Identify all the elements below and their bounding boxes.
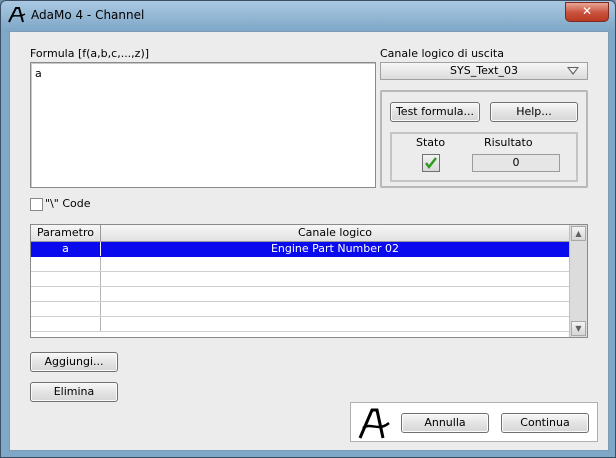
stato-label: Stato: [416, 136, 446, 149]
risultato-field: 0: [472, 154, 560, 172]
add-button[interactable]: Aggiungi...: [30, 352, 118, 372]
cancel-button[interactable]: Annulla: [401, 413, 489, 433]
channel-dialog-window: AdaMo 4 - Channel ✕ Formula [f(a,b,c,...…: [0, 0, 616, 458]
cell-canale: [101, 287, 569, 301]
delete-button[interactable]: Elimina: [30, 382, 118, 402]
scroll-down-arrow-icon[interactable]: ▼: [571, 321, 586, 336]
column-header-parametro[interactable]: Parametro: [31, 225, 101, 241]
risultato-label: Risultato: [484, 136, 533, 149]
help-button[interactable]: Help...: [490, 102, 578, 122]
table-row[interactable]: [31, 272, 569, 287]
output-channel-value: SYS_Text_03: [450, 64, 518, 77]
cell-parametro: [31, 302, 101, 316]
adamo-logo-icon: [8, 7, 26, 23]
table-row[interactable]: [31, 317, 569, 332]
table-row[interactable]: [31, 302, 569, 317]
cell-canale: [101, 317, 569, 331]
table-row[interactable]: [31, 257, 569, 272]
stato-indicator: [422, 154, 440, 172]
output-channel-combo[interactable]: SYS_Text_03: [380, 62, 588, 80]
cell-parametro: [31, 287, 101, 301]
table-row[interactable]: a Engine Part Number 02: [31, 242, 569, 257]
cell-canale: Engine Part Number 02: [270, 242, 400, 255]
output-channel-label: Canale logico di uscita: [380, 47, 504, 60]
test-formula-button[interactable]: Test formula...: [390, 102, 480, 122]
close-button[interactable]: ✕: [565, 2, 609, 22]
cell-parametro: [31, 272, 101, 286]
status-group: Stato Risultato 0: [390, 132, 578, 182]
parameters-table: Parametro Canale logico a Engine Part Nu…: [30, 224, 588, 338]
cell-parametro: [31, 257, 101, 271]
green-checkmark-icon: [425, 157, 437, 170]
adamo-logo-icon: [358, 408, 390, 439]
table-scrollbar[interactable]: ▲ ▼: [569, 225, 587, 337]
column-header-canale[interactable]: Canale logico: [101, 225, 569, 241]
dialog-client-area: Formula [f(a,b,c,...,z)] a Canale logico…: [9, 31, 609, 451]
table-row[interactable]: [31, 287, 569, 302]
test-groupbox: Test formula... Help... Stato Risultato …: [380, 90, 588, 188]
continue-button[interactable]: Continua: [501, 413, 589, 433]
table-header: Parametro Canale logico: [31, 225, 569, 242]
cell-canale: [101, 302, 569, 316]
cell-canale: [101, 257, 569, 271]
scroll-up-arrow-icon[interactable]: ▲: [571, 226, 586, 241]
chevron-down-icon-inner: [569, 68, 577, 73]
formula-textarea[interactable]: a: [30, 62, 376, 188]
code-checkbox-label: "\" Code: [45, 197, 91, 210]
cell-canale: [101, 272, 569, 286]
cell-parametro: [31, 317, 101, 331]
title-bar[interactable]: AdaMo 4 - Channel ✕: [1, 1, 615, 31]
code-checkbox[interactable]: [30, 198, 43, 211]
formula-label: Formula [f(a,b,c,...,z)]: [30, 47, 150, 60]
footer-panel: Annulla Continua: [350, 402, 598, 442]
window-title: AdaMo 4 - Channel: [31, 8, 145, 22]
cell-parametro: a: [31, 242, 101, 256]
